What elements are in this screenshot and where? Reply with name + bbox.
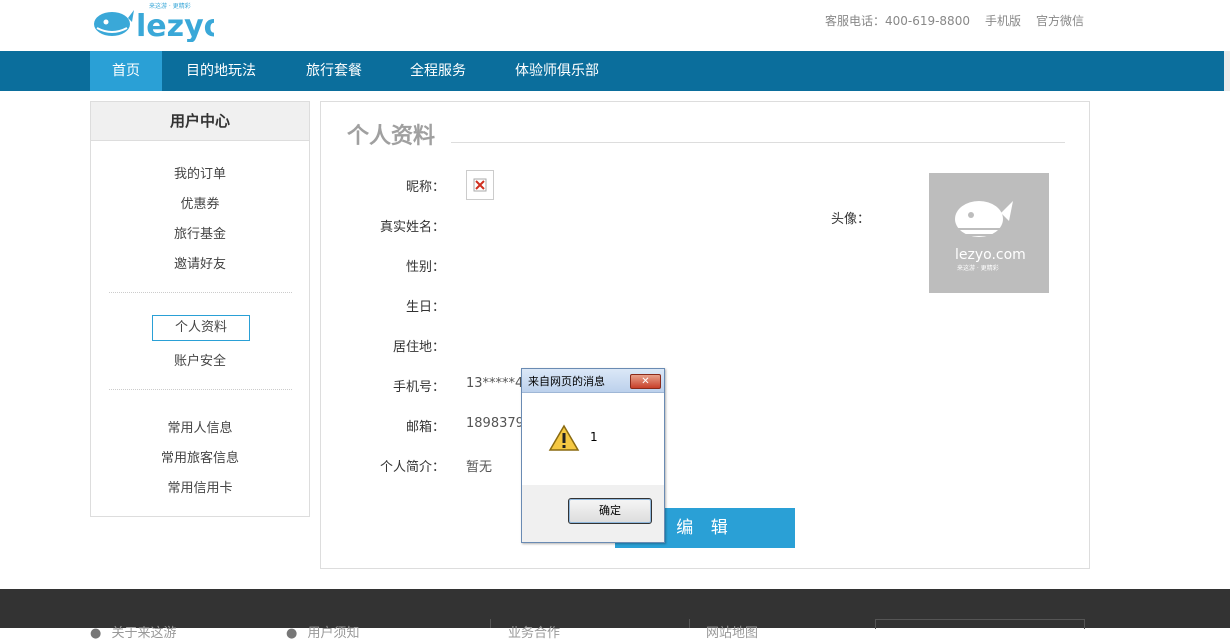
footer-business[interactable]: 业务合作 [508, 622, 560, 641]
sidebar-item-invite[interactable]: 邀请好友 [91, 253, 309, 272]
dialog-title: 来自网页的消息 [528, 375, 605, 388]
dialog-titlebar[interactable]: 来自网页的消息 ✕ [522, 369, 664, 393]
nav-home[interactable]: 首页 [90, 51, 162, 91]
email-label: 邮箱： [405, 420, 445, 435]
sidebar-item-coupons[interactable]: 优惠券 [91, 193, 309, 212]
user-center-sidebar: 用户中心 我的订单 优惠券 旅行基金 邀请好友 个人资料 账户安全 常用人信息 … [90, 101, 310, 517]
nav-club[interactable]: 体验师俱乐部 [496, 51, 618, 91]
sidebar-title: 用户中心 [91, 102, 309, 141]
ok-button[interactable]: 确定 [568, 498, 652, 524]
avatar: lezyo.com 来这游 · 更精彩 [929, 173, 1049, 293]
sidebar-divider [109, 292, 292, 293]
bio-label: 个人简介： [379, 460, 445, 475]
mobile-link[interactable]: 手机版 [985, 12, 1021, 29]
svg-text:lezyo: lezyo [136, 9, 214, 42]
footer-notice-label: 用户须知 [307, 626, 360, 641]
footer-divider [490, 619, 491, 628]
svg-text:lezyo.com: lezyo.com [955, 247, 1026, 263]
sidebar-item-orders[interactable]: 我的订单 [91, 163, 309, 182]
bio-value: 暂无 [466, 460, 493, 475]
scrollbar[interactable] [1224, 51, 1230, 91]
location-pin-icon: ● [90, 626, 102, 641]
info-icon: ● [286, 626, 298, 641]
sidebar-divider [109, 389, 292, 390]
footer-sitemap[interactable]: 网站地图 [706, 622, 758, 641]
gender-label: 性别： [405, 260, 445, 275]
dialog-body: 1 [522, 393, 664, 485]
phone-label: 手机号： [392, 380, 445, 395]
top-links: 客服电话：400-619-8800 手机版 官方微信 [825, 12, 1084, 29]
sidebar-item-travelers[interactable]: 常用旅客信息 [91, 447, 309, 466]
nickname-broken-image-icon [466, 170, 494, 200]
main-nav: 首页 目的地玩法 旅行套餐 全程服务 体验师俱乐部 [0, 51, 1230, 91]
title-divider [451, 142, 1065, 143]
sidebar-item-contacts[interactable]: 常用人信息 [91, 417, 309, 436]
nav-packages[interactable]: 旅行套餐 [288, 51, 380, 91]
residence-label: 居住地： [392, 340, 445, 355]
dialog-message: 1 [590, 430, 598, 444]
footer-about[interactable]: ● 关于来这游 [90, 622, 177, 641]
nickname-label: 昵称： [405, 180, 445, 195]
sidebar-item-account-security[interactable]: 账户安全 [91, 350, 309, 369]
svg-text:来这游 · 更精彩: 来这游 · 更精彩 [149, 2, 191, 10]
close-icon[interactable]: ✕ [630, 374, 661, 389]
nav-destinations[interactable]: 目的地玩法 [166, 51, 276, 91]
email-value: 1898379 [466, 416, 524, 431]
site-header: lezyo 来这游 · 更精彩 客服电话：400-619-8800 手机版 官方… [0, 0, 1230, 51]
hotline-text: 客服电话：400-619-8800 [824, 14, 970, 28]
sidebar-item-credit-cards[interactable]: 常用信用卡 [91, 477, 309, 496]
sidebar-item-profile[interactable]: 个人资料 [152, 315, 250, 341]
nav-services[interactable]: 全程服务 [392, 51, 484, 91]
footer-notice[interactable]: ● 用户须知 [286, 622, 360, 641]
footer-divider [689, 619, 690, 628]
site-footer: ● 关于来这游 ● 用户须知 业务合作 网站地图 [0, 589, 1230, 641]
alert-dialog: 来自网页的消息 ✕ 1 确定 [521, 368, 665, 543]
sidebar-item-travel-fund[interactable]: 旅行基金 [91, 223, 309, 242]
realname-label: 真实姓名： [379, 220, 445, 235]
footer-about-label: 关于来这游 [111, 626, 177, 641]
site-logo[interactable]: lezyo 来这游 · 更精彩 [92, 0, 224, 44]
avatar-label: 头像： [831, 212, 871, 227]
page-title: 个人资料 [347, 124, 436, 149]
svg-text:来这游 · 更精彩: 来这游 · 更精彩 [957, 264, 999, 272]
warning-icon [548, 424, 580, 456]
wechat-link[interactable]: 官方微信 [1036, 12, 1084, 29]
profile-panel: 个人资料 昵称： 真实姓名： 性别： 生日： 居住地： 手机号： 13*****… [320, 101, 1090, 569]
birthday-label: 生日： [405, 300, 445, 315]
phone-value: 13*****4 [466, 376, 524, 391]
